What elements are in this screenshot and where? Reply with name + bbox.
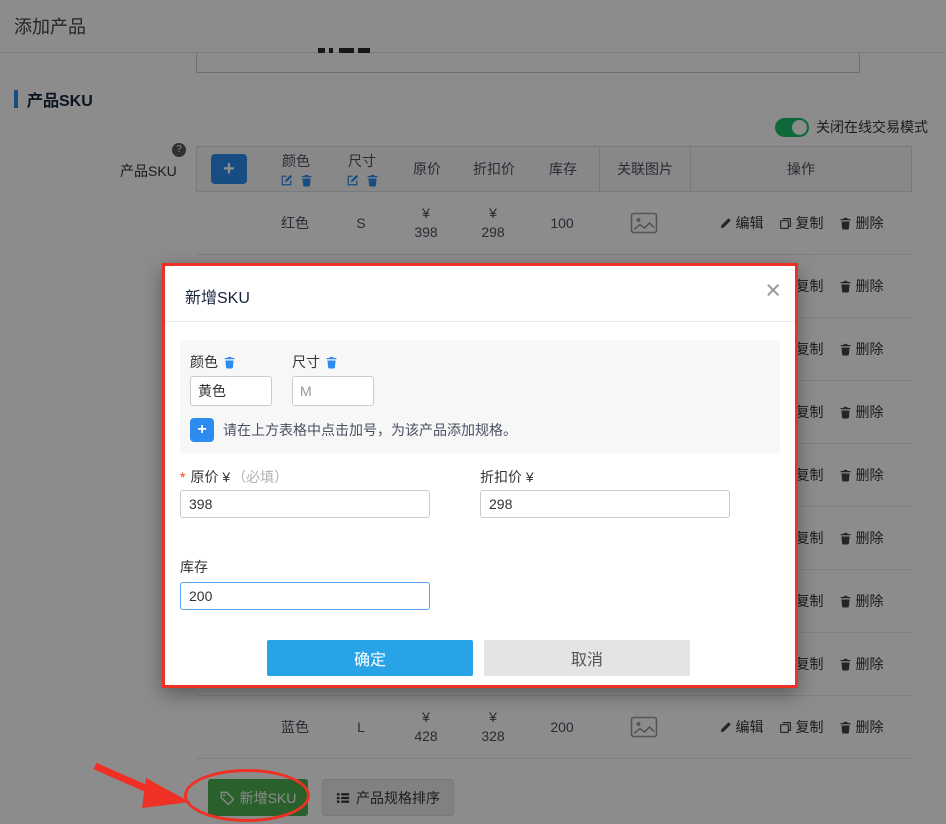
add-spec-hint-button[interactable]: + [190, 418, 214, 442]
spec-color-label: 颜色 [190, 352, 218, 372]
spec-color-input[interactable] [190, 376, 272, 406]
modal-header: 新增SKU × [165, 266, 795, 322]
page: 添加产品 产品SKU 关闭在线交易模式 ? 产品SKU + 颜色 尺寸 [0, 0, 946, 824]
cancel-button[interactable]: 取消 [484, 640, 690, 676]
add-sku-modal: 新增SKU × 颜色 尺寸 + 请在上方表格中点击加号，为该产品添加规格 [162, 263, 798, 688]
stock-label: 库存 [180, 557, 208, 577]
stock-field: 库存 [180, 557, 430, 610]
spec-hint-text: 请在上方表格中点击加号，为该产品添加规格。 [223, 420, 517, 440]
original-price-input[interactable] [180, 490, 430, 518]
spec-panel: 颜色 尺寸 + 请在上方表格中点击加号，为该产品添加规格。 [180, 340, 780, 453]
spec-group-color: 颜色 [190, 352, 272, 406]
confirm-button[interactable]: 确定 [267, 640, 473, 676]
required-note: （必填） [232, 467, 288, 487]
discount-price-input[interactable] [480, 490, 730, 518]
trash-icon[interactable] [223, 356, 236, 369]
discount-price-field: 折扣价 ¥ [480, 467, 730, 518]
trash-icon[interactable] [325, 356, 338, 369]
spec-hint-row: + 请在上方表格中点击加号，为该产品添加规格。 [190, 418, 517, 442]
original-price-field: * 原价 ¥ （必填） [180, 467, 430, 518]
discount-price-label: 折扣价 ¥ [480, 467, 534, 487]
modal-title: 新增SKU [185, 284, 250, 308]
stock-input[interactable] [180, 582, 430, 610]
spec-group-size: 尺寸 [292, 352, 374, 406]
spec-size-label: 尺寸 [292, 352, 320, 372]
original-price-label: 原价 ¥ [190, 467, 230, 487]
spec-size-input[interactable] [292, 376, 374, 406]
required-mark: * [180, 469, 185, 485]
close-icon[interactable]: × [765, 277, 781, 304]
